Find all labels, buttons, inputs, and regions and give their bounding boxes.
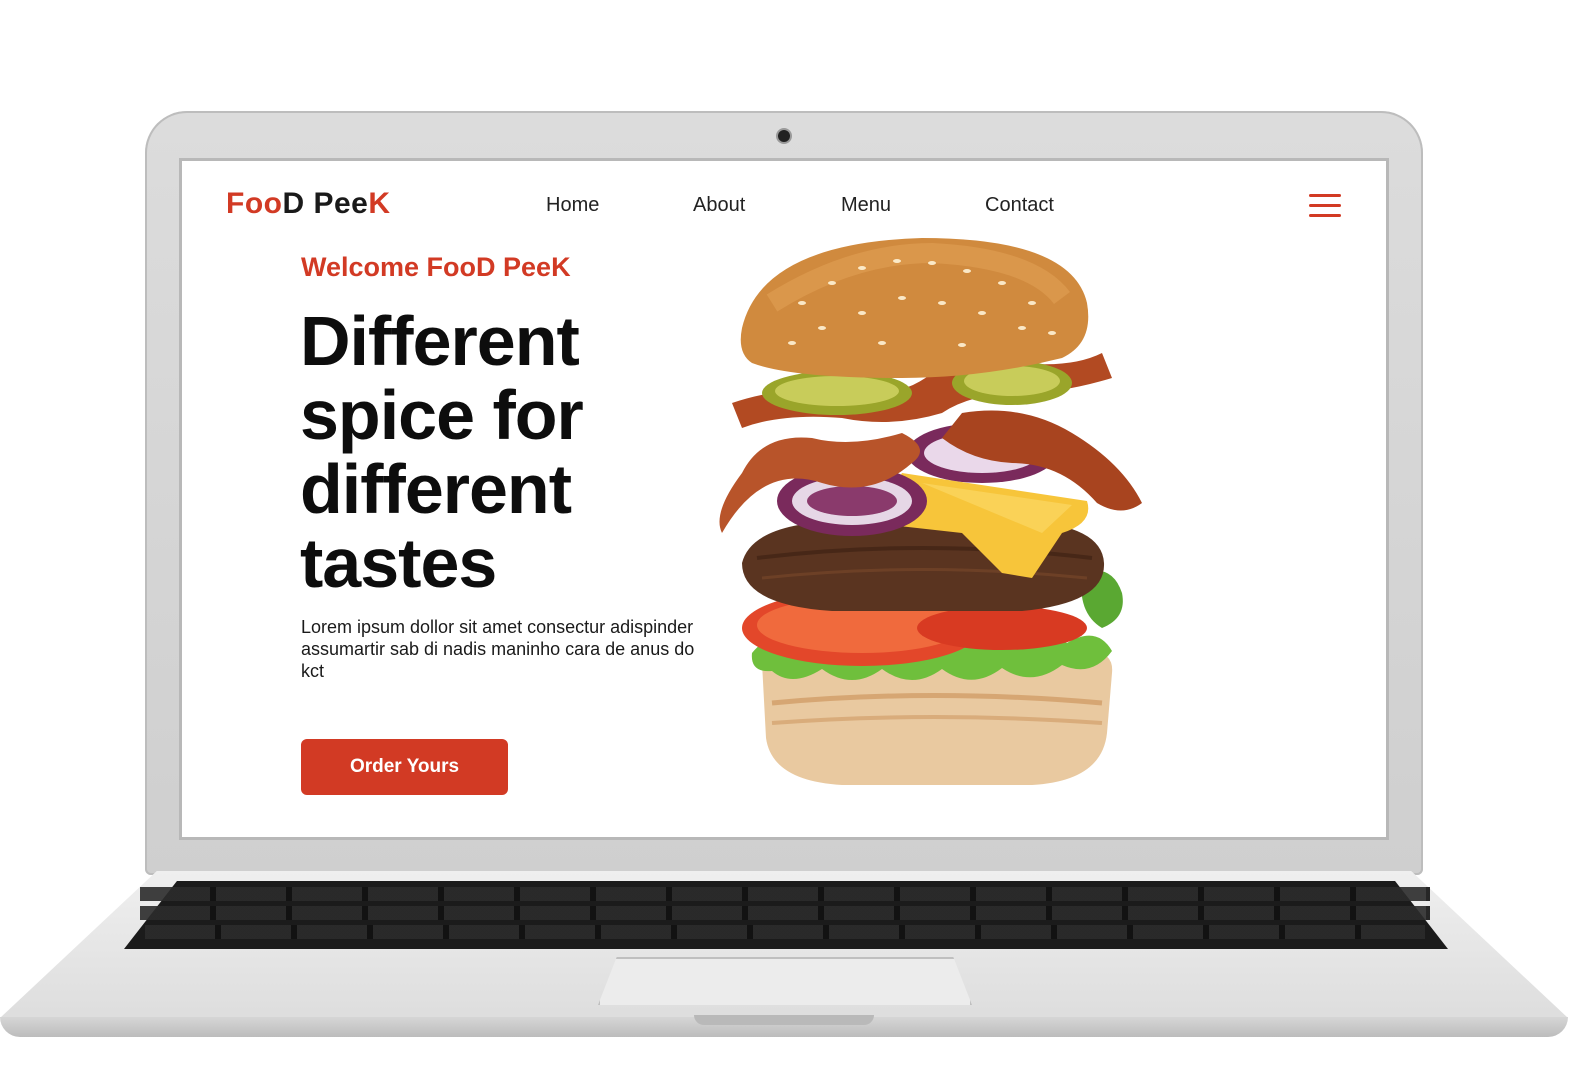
trackpad bbox=[598, 957, 972, 1005]
logo-text-part1: Foo bbox=[226, 187, 283, 220]
order-yours-button[interactable]: Order Yours bbox=[301, 739, 508, 795]
site-logo[interactable]: FooD PeeK bbox=[226, 187, 391, 221]
logo-text-part2: D Pee bbox=[282, 187, 369, 220]
nav-contact[interactable]: Contact bbox=[985, 194, 1054, 217]
webcam-icon bbox=[778, 130, 790, 142]
nav-about[interactable]: About bbox=[693, 194, 841, 217]
laptop-screen: FooD PeeK Home About Menu Contact Welcom… bbox=[182, 161, 1386, 837]
nav-menu[interactable]: Menu bbox=[841, 194, 985, 217]
laptop-notch bbox=[694, 1015, 874, 1025]
hamburger-menu-icon[interactable] bbox=[1309, 194, 1341, 218]
nav-home[interactable]: Home bbox=[546, 194, 693, 217]
burger-image bbox=[719, 238, 1142, 785]
main-nav: Home About Menu Contact bbox=[546, 194, 1054, 217]
hero-description: Lorem ipsum dollor sit amet consectur ad… bbox=[301, 617, 695, 681]
welcome-subtitle: Welcome FooD PeeK bbox=[301, 252, 571, 282]
logo-text-part3: K bbox=[368, 187, 391, 220]
laptop-mockup: FooD PeeK Home About Menu Contact Welcom… bbox=[0, 0, 1588, 1080]
hero-headline: Different spice for different tastes bbox=[300, 302, 584, 602]
